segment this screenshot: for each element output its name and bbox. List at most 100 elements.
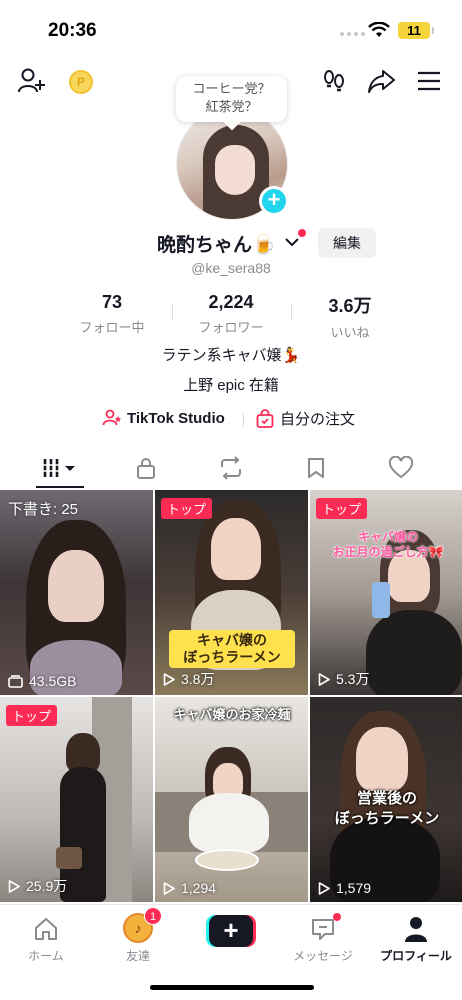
note-bubble[interactable]: コーヒー党？ 紅茶党？ [176, 76, 287, 122]
share-icon[interactable] [366, 66, 396, 96]
divider [243, 413, 244, 427]
video-caption: 営業後の ぼっちラーメン [334, 790, 440, 827]
tab-reposts[interactable] [185, 448, 277, 488]
edit-profile-button[interactable]: 編集 [318, 228, 376, 258]
likes-count: 3.6万 [328, 296, 372, 316]
tiktok-studio-link[interactable]: TikTok Studio [102, 408, 225, 428]
nav-profile-label: プロフィール [380, 949, 452, 963]
phone-graphic [372, 582, 390, 618]
footprints-icon[interactable] [319, 66, 349, 96]
video-stat: 1,294 [163, 880, 216, 896]
nav-inbox-label: メッセージ [293, 949, 353, 963]
video-caption: キャバ嬢のお家冷麺 [173, 707, 291, 722]
video-thumbnail[interactable]: トップ 25.9万 [0, 697, 153, 902]
heart-icon [388, 456, 414, 479]
pinned-badge: トップ [6, 705, 58, 726]
tab-favorites[interactable] [270, 448, 362, 488]
view-count: 3.8万 [181, 671, 215, 687]
bookmark-icon [308, 458, 324, 478]
tab-liked[interactable] [355, 448, 447, 488]
content-tabs [0, 448, 462, 488]
video-grid: 下書き: 25 43.5GB トップ キャバ嬢の ぼっちラーメン 3.8万 トッ… [0, 490, 462, 904]
video-thumbnail[interactable]: 営業後の ぼっちラーメン 1,579 [310, 697, 462, 902]
following-label: フォロー中 [79, 320, 145, 335]
display-name: 晩酌ちゃん🍺 [157, 235, 276, 256]
tiktok-studio-label: TikTok Studio [127, 409, 225, 427]
followers-label: フォロワー [198, 320, 264, 335]
lock-icon [137, 458, 155, 479]
video-thumbnail[interactable]: トップ キャバ嬢の お正月の過ごし方🎀 5.3万 [310, 490, 462, 695]
orders-link[interactable]: 自分の注文 [255, 408, 355, 429]
cellular-signal-icon [340, 32, 365, 36]
clock: 20:36 [48, 20, 97, 41]
note-text: コーヒー党？ 紅茶党？ [192, 81, 271, 114]
chevron-down-icon[interactable] [284, 234, 300, 250]
play-icon [163, 672, 175, 686]
status-bar: 20:36 11 [0, 0, 462, 60]
play-icon [8, 879, 20, 893]
nav-home-label: ホーム [28, 949, 64, 963]
create-button[interactable]: + [206, 915, 256, 947]
shopping-bag-icon [256, 408, 274, 428]
add-friend-icon[interactable] [16, 66, 46, 96]
draft-count: 下書き: 25 [8, 501, 79, 518]
pinned-badge: トップ [316, 498, 368, 519]
plus-icon: + [209, 915, 253, 947]
play-icon [163, 881, 175, 895]
bio-line-2: 上野 epic 在籍 [183, 377, 279, 394]
view-count: 1,579 [336, 880, 372, 896]
video-thumbnail[interactable]: キャバ嬢のお家冷麺 1,294 [155, 697, 308, 902]
repost-icon [221, 456, 241, 480]
friends-notification-badge: 1 [144, 907, 162, 925]
profile-links: TikTok Studio 自分の注文 [0, 408, 462, 432]
nav-inbox[interactable]: メッセージ [277, 911, 369, 963]
play-icon [318, 672, 330, 686]
orders-label: 自分の注文 [280, 411, 356, 428]
likes-label: いいね [330, 325, 370, 340]
battery-indicator: 11 [398, 22, 434, 39]
following-count: 73 [101, 292, 123, 312]
followers-stat[interactable]: 2,224 フォロワー [176, 292, 286, 336]
coin-icon[interactable]: P [69, 70, 93, 94]
profile-icon [405, 917, 427, 942]
home-icon [35, 918, 57, 940]
bowl-graphic [195, 849, 259, 871]
video-stat: 25.9万 [8, 876, 67, 896]
storage-icon [8, 674, 23, 688]
tab-videos[interactable] [14, 448, 106, 488]
view-count: 5.3万 [336, 671, 370, 687]
bio-line-1: ラテン系キャバ嬢💃 [161, 347, 301, 364]
nav-home[interactable]: ホーム [0, 911, 92, 963]
username: @ke_sera88 [191, 260, 271, 276]
video-caption: キャバ嬢の お正月の過ごし方🎀 [332, 530, 444, 559]
view-count: 1,294 [181, 880, 217, 896]
tab-private[interactable] [100, 448, 192, 488]
play-icon [318, 881, 330, 895]
handbag-graphic [56, 847, 82, 869]
account-notification-dot [298, 229, 306, 237]
nav-friends-label: 友達 [125, 949, 150, 963]
video-thumbnail[interactable]: トップ キャバ嬢の ぼっちラーメン 3.8万 [155, 490, 308, 695]
add-story-button[interactable]: + [259, 186, 289, 216]
divider [291, 304, 292, 320]
pinned-badge: トップ [161, 498, 213, 519]
name-row: 晩酌ちゃん🍺 編集 [0, 228, 462, 258]
stats-row: 73 フォロー中 2,224 フォロワー 3.6万 いいね [0, 292, 462, 340]
nav-friends[interactable]: ♪ 1 友達 [92, 907, 184, 963]
video-stat: 3.8万 [163, 669, 214, 689]
likes-stat[interactable]: 3.6万 いいね [295, 292, 405, 341]
storage-size: 43.5GB [29, 673, 77, 689]
menu-icon[interactable] [414, 66, 444, 96]
video-caption: キャバ嬢の ぼっちラーメン [169, 630, 295, 668]
inbox-notification-dot [333, 913, 341, 921]
following-stat[interactable]: 73 フォロー中 [57, 292, 167, 336]
home-indicator [150, 985, 314, 990]
nav-profile[interactable]: プロフィール [370, 911, 462, 963]
video-stat: 43.5GB [8, 673, 76, 689]
divider [172, 304, 173, 320]
wifi-icon [368, 22, 390, 37]
active-tab-indicator [36, 486, 84, 488]
followers-count: 2,224 [208, 292, 254, 312]
video-stat: 1,579 [318, 880, 371, 896]
video-thumbnail[interactable]: 下書き: 25 43.5GB [0, 490, 153, 695]
